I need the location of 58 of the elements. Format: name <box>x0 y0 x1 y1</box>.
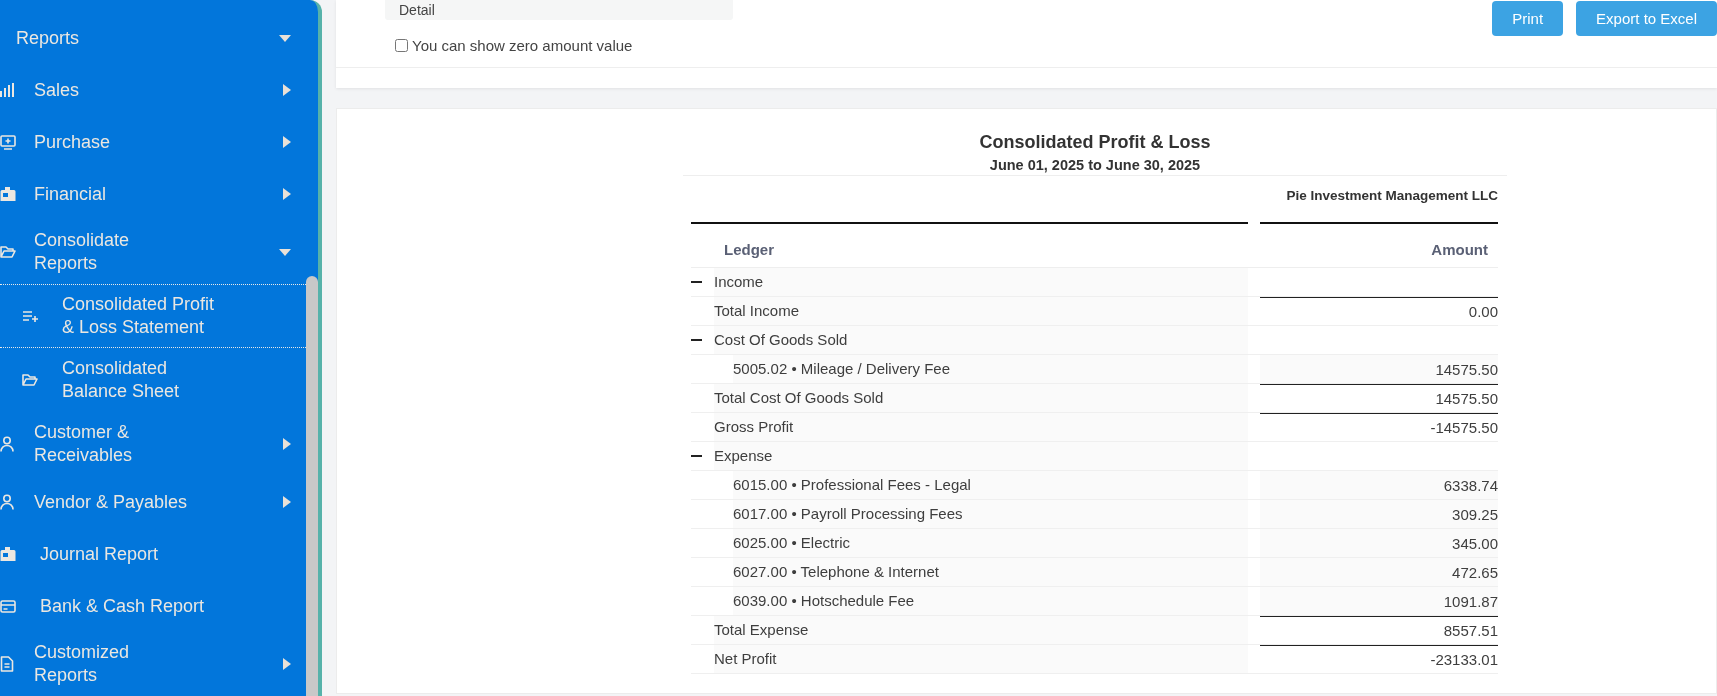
sidebar-item[interactable]: Vendor & Payables <box>0 476 306 528</box>
checkbox[interactable] <box>395 39 408 52</box>
folder-icon <box>0 245 16 259</box>
folder-icon <box>22 373 38 387</box>
total-label: Gross Profit <box>714 413 1248 441</box>
total-label: Total Income <box>714 297 1248 325</box>
sidebar-item[interactable]: Journal Report <box>0 528 306 580</box>
sidebar-item[interactable]: Customer & Receivables <box>0 412 306 476</box>
amount-value: 309.25 <box>1260 500 1498 528</box>
sidebar-item[interactable]: Bank & Cash Report <box>0 580 306 632</box>
checkbox-label: You can show zero amount value <box>412 37 633 54</box>
column-header: Amount <box>1431 241 1488 258</box>
amount-value: 1091.87 <box>1260 587 1498 615</box>
sidebar-subitem[interactable]: Consolidated Balance Sheet <box>0 348 306 412</box>
briefcase-icon <box>0 547 16 561</box>
group-label: Cost Of Goods Sold <box>714 326 1248 354</box>
amount-value: 14575.50 <box>1260 384 1498 412</box>
person-icon <box>0 436 14 452</box>
total-label: Net Profit <box>714 645 1248 673</box>
sidebar-item[interactable]: Financial <box>0 168 306 220</box>
sidebar-item[interactable]: Sales <box>0 64 306 116</box>
export-button[interactable]: Export to Excel <box>1576 1 1717 36</box>
amount-value: 0.00 <box>1260 297 1498 325</box>
account-label: 6039.00 • Hotschedule Fee <box>733 587 1248 615</box>
credit-card-icon <box>0 599 16 613</box>
group-label: Expense <box>714 442 1248 470</box>
briefcase-icon <box>0 187 16 201</box>
total-label: Total Expense <box>714 616 1248 644</box>
sidebar-section-header[interactable]: Reports <box>0 12 306 64</box>
report-period: June 01, 2025 to June 30, 2025 <box>988 156 1202 174</box>
document-icon <box>0 656 14 672</box>
total-label: Total Cost Of Goods Sold <box>714 384 1248 412</box>
report-title: Consolidated Profit & Loss <box>978 131 1212 153</box>
group-label: Income <box>714 268 1248 296</box>
amount-value: -14575.50 <box>1260 413 1498 441</box>
amount-value: 14575.50 <box>1260 355 1498 383</box>
amount-value: 6338.74 <box>1260 471 1498 499</box>
monitor-plus-icon <box>0 134 16 150</box>
company-name: Pie Investment Management LLC <box>1286 188 1498 203</box>
account-label: 6025.00 • Electric <box>733 529 1248 557</box>
account-label: 6015.00 • Professional Fees - Legal <box>733 471 1248 499</box>
sidebar-item[interactable]: Purchase <box>0 116 306 168</box>
print-button[interactable]: Print <box>1492 1 1564 36</box>
scrollbar-thumb[interactable] <box>306 276 318 696</box>
sidebar-item[interactable]: Customized Reports <box>0 632 306 696</box>
view-select[interactable]: Detail <box>385 0 733 20</box>
account-label: 6027.00 • Telephone & Internet <box>733 558 1248 586</box>
amount-value: 472.65 <box>1260 558 1498 586</box>
bar-chart-icon <box>0 83 14 97</box>
account-label: 5005.02 • Mileage / Delivery Fee <box>733 355 1248 383</box>
amount-value: 345.00 <box>1260 529 1498 557</box>
list-plus-icon <box>22 310 38 322</box>
account-label: 6017.00 • Payroll Processing Fees <box>733 500 1248 528</box>
person-icon <box>0 494 14 510</box>
column-header: Ledger <box>724 241 774 258</box>
amount-value: 8557.51 <box>1260 616 1498 644</box>
amount-value: -23133.01 <box>1260 645 1498 673</box>
sidebar-item[interactable]: Consolidate Reports <box>0 220 306 284</box>
